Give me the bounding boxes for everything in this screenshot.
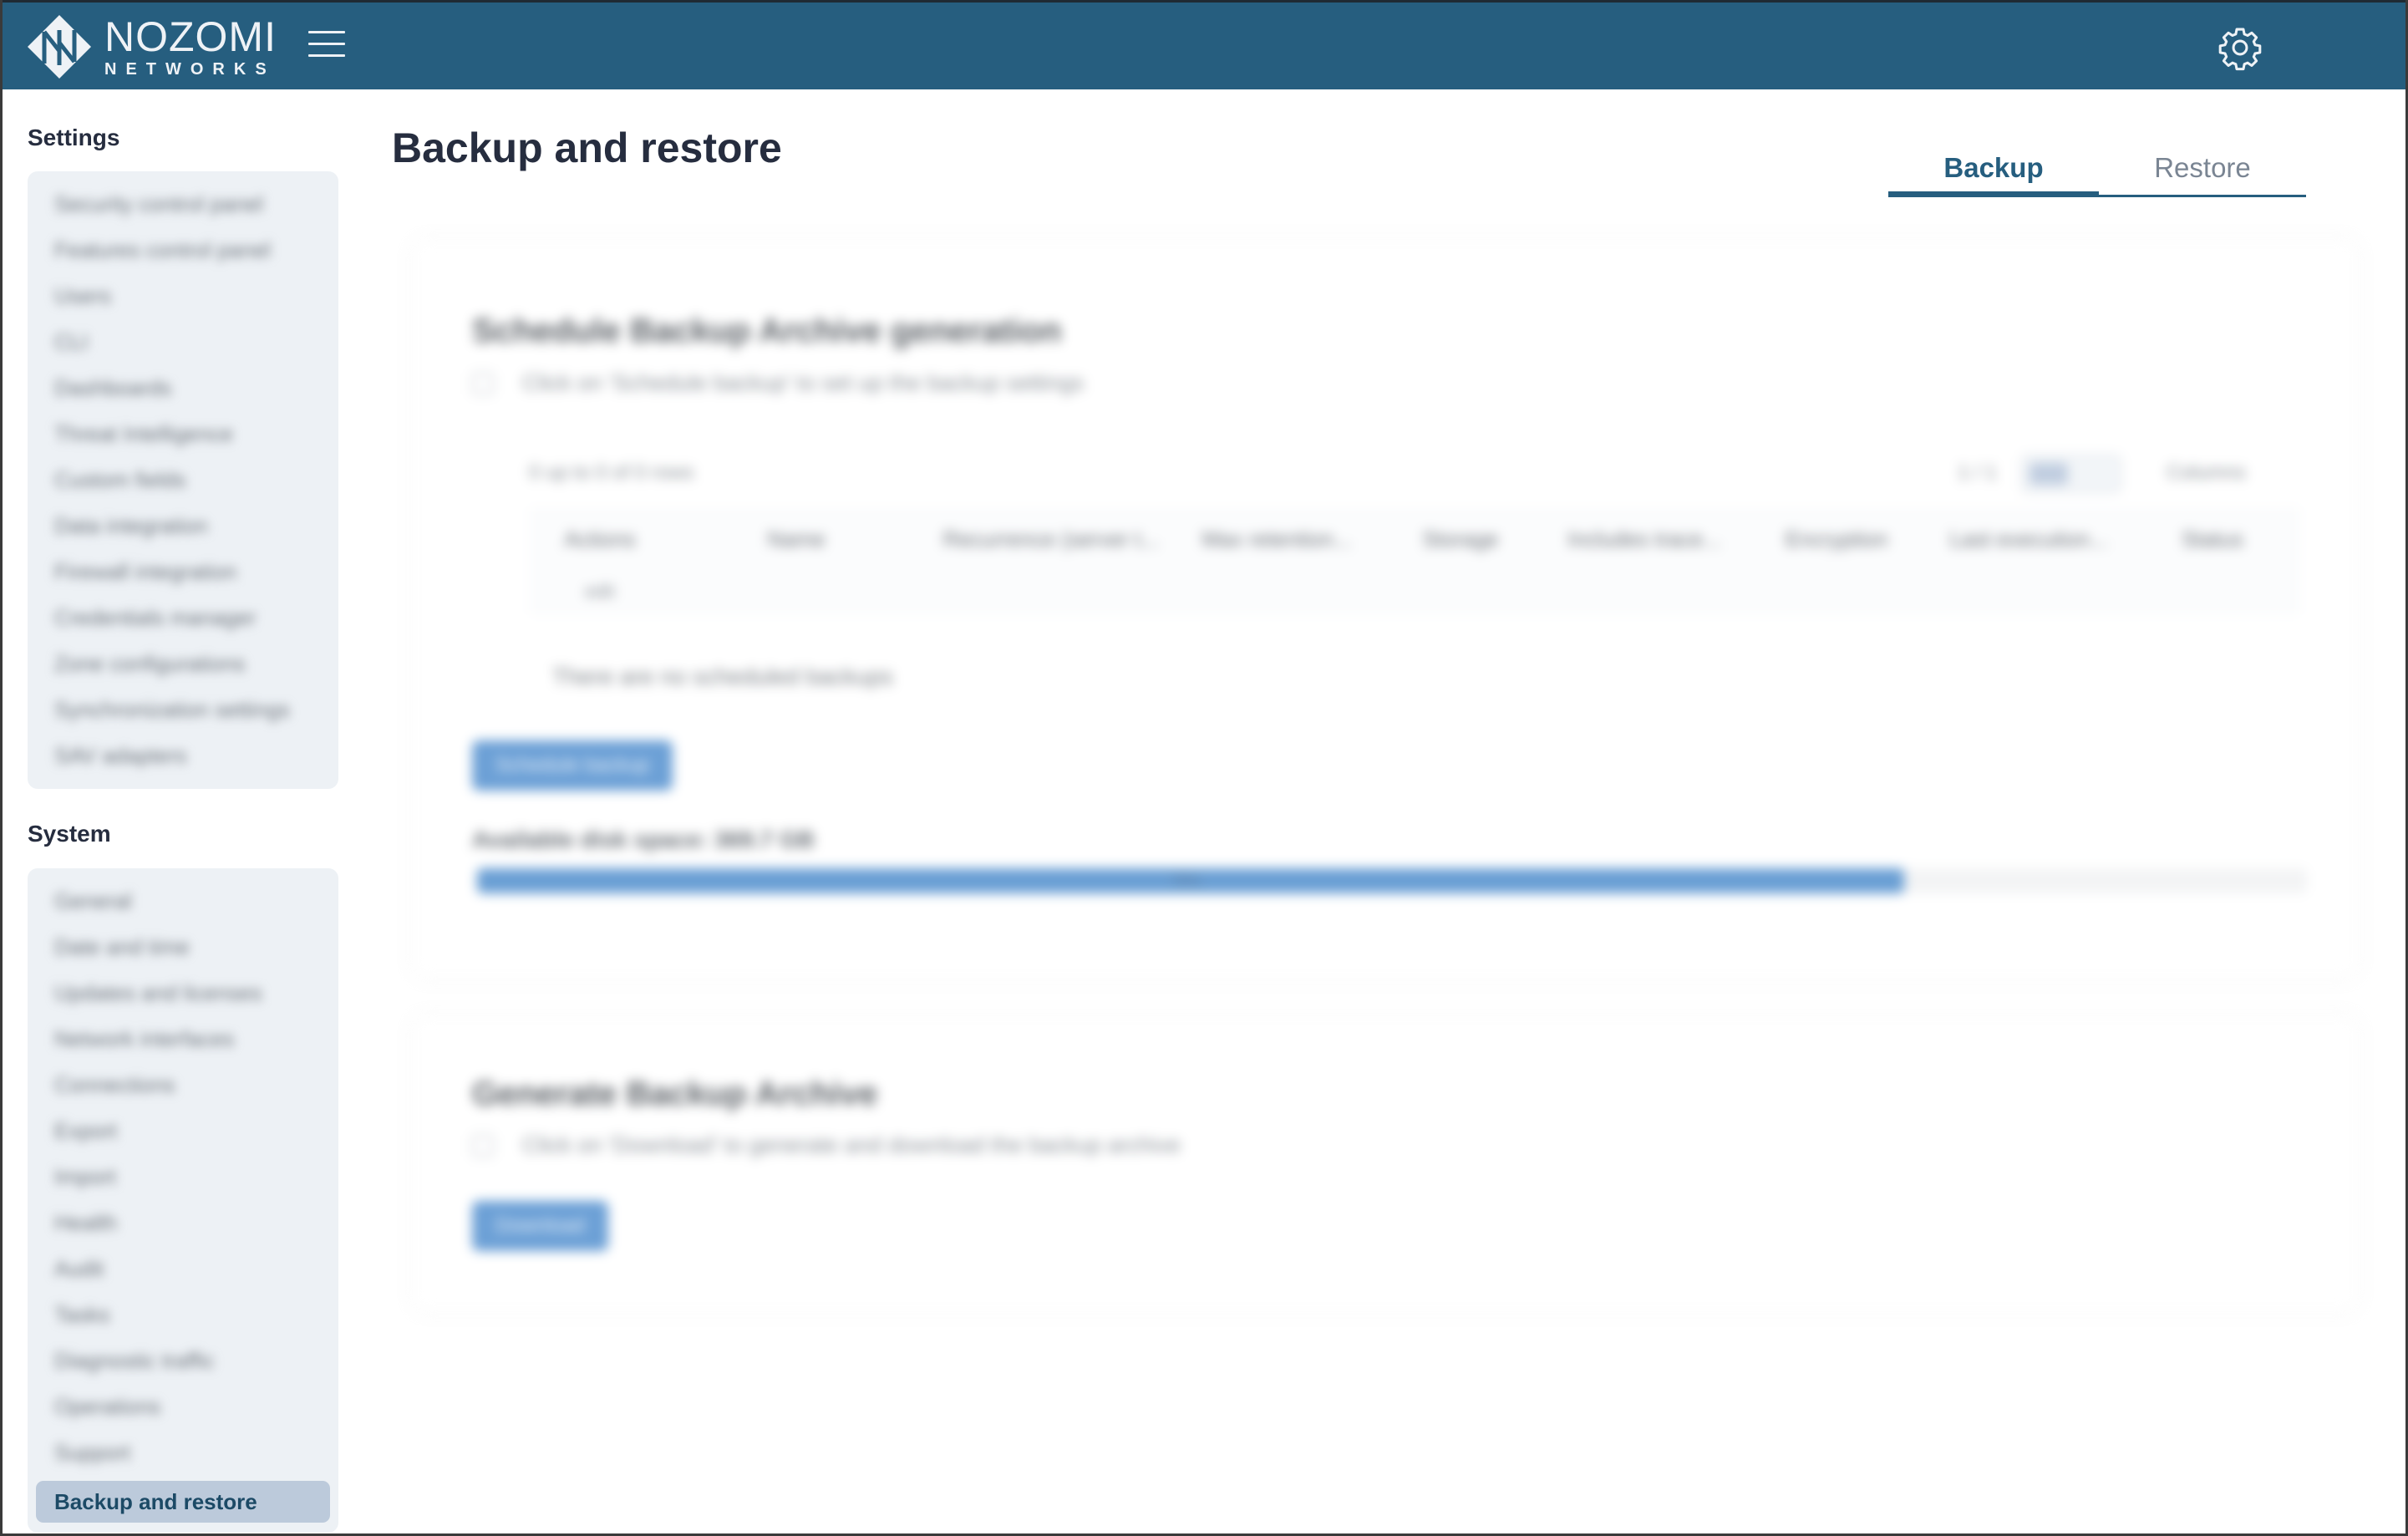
generate-hint-row: Click on 'Download' to generate and down… <box>472 1132 1181 1158</box>
disk-usage-bar: 78% <box>477 868 2307 893</box>
sidebar-settings-list: Security control panel Features control p… <box>28 171 338 789</box>
sidebar-item-system-10[interactable]: Diagnostic traffic <box>36 1338 330 1384</box>
table-filter-row: edit <box>529 572 2300 612</box>
sidebar-item-system-5[interactable]: Export <box>36 1108 330 1154</box>
sidebar-item-settings-4[interactable]: Dashboards <box>36 365 330 411</box>
sidebar-item-system-4[interactable]: Connections <box>36 1062 330 1108</box>
schedule-backup-button[interactable]: Schedule backup <box>472 740 673 791</box>
sidebar-item-settings-0[interactable]: Security control panel <box>36 181 330 227</box>
schedule-backup-card: Schedule Backup Archive generation Click… <box>412 239 2359 979</box>
sidebar-item-system-8[interactable]: Audit <box>36 1246 330 1292</box>
schedule-hint-row: Click on 'Schedule backup' to set up the… <box>472 370 1084 396</box>
column-header[interactable]: Recurrence (server t... <box>922 526 1181 552</box>
sidebar-item-settings-12[interactable]: SAV adapters <box>36 733 330 779</box>
sidebar-item-system-11[interactable]: Operations <box>36 1384 330 1430</box>
hamburger-menu-icon[interactable] <box>308 31 345 61</box>
table-header: Actions Name Recurrence (server t... Max re… <box>529 506 2300 572</box>
scheduled-backups-table: Actions Name Recurrence (server t... Max re… <box>529 506 2300 615</box>
sidebar-item-settings-2[interactable]: Users <box>36 273 330 319</box>
sidebar-item-settings-8[interactable]: Firewall integration <box>36 549 330 595</box>
column-header[interactable]: Storage <box>1373 526 1548 552</box>
generate-backup-card: Generate Backup Archive Click on 'Downlo… <box>412 1015 2359 1312</box>
generate-info-checkbox[interactable] <box>472 1134 494 1157</box>
view-toggle[interactable] <box>2021 455 2121 493</box>
sidebar-item-settings-5[interactable]: Threat Intelligence <box>36 411 330 457</box>
sidebar-item-settings-11[interactable]: Synchronization settings <box>36 687 330 733</box>
table-toolbar: 0 up to 0 of 0 rows 1 / 1 Columns <box>529 455 2300 496</box>
sidebar-item-settings-3[interactable]: CLI <box>36 319 330 365</box>
empty-state-text: There are no scheduled backups <box>552 664 893 689</box>
sidebar-heading-system: System <box>28 821 111 847</box>
column-header[interactable]: Name <box>671 526 922 552</box>
columns-selector-button[interactable]: Columns <box>2167 461 2246 485</box>
tab-backup[interactable]: Backup <box>1888 147 2099 197</box>
sidebar-item-system-1[interactable]: Date and time <box>36 924 330 970</box>
brand-logo[interactable]: NOZOMI NETWORKS <box>26 14 277 79</box>
tab-restore[interactable]: Restore <box>2099 147 2306 195</box>
page-indicator: 1 / 1 <box>1958 461 1997 484</box>
top-bar: NOZOMI NETWORKS <box>3 0 2405 89</box>
tab-bar: Backup Restore <box>1888 147 2306 197</box>
sidebar-item-settings-1[interactable]: Features control panel <box>36 227 330 273</box>
gear-icon[interactable] <box>2217 24 2263 71</box>
brand-name: NOZOMI <box>104 13 277 60</box>
schedule-card-title: Schedule Backup Archive generation <box>472 313 1062 349</box>
sidebar-item-settings-10[interactable]: Zone configurations <box>36 641 330 687</box>
sidebar-item-system-12[interactable]: Support <box>36 1430 330 1476</box>
download-backup-button[interactable]: Download <box>472 1201 608 1251</box>
sidebar-item-settings-7[interactable]: Data integration <box>36 503 330 549</box>
nozomi-logo-icon <box>28 15 91 79</box>
sidebar-item-system-2[interactable]: Updates and licenses <box>36 970 330 1016</box>
generate-card-title: Generate Backup Archive <box>472 1076 878 1112</box>
schedule-info-checkbox[interactable] <box>472 372 494 394</box>
sidebar-item-system-3[interactable]: Network interfaces <box>36 1016 330 1062</box>
generate-hint-text: Click on 'Download' to generate and down… <box>522 1132 1181 1157</box>
sidebar-system-list: General Date and time Updates and licenses… <box>28 868 338 1533</box>
disk-space-label: Available disk space: 369.7 GB <box>472 826 815 852</box>
column-header[interactable]: Encryption <box>1740 526 1933 552</box>
schedule-hint-text: Click on 'Schedule backup' to set up the… <box>522 370 1085 395</box>
column-header[interactable]: Last execution... <box>1933 526 2125 552</box>
column-header[interactable]: Includes trace... <box>1548 526 1740 552</box>
sidebar-item-system-9[interactable]: Tasks <box>36 1292 330 1338</box>
page-title: Backup and restore <box>392 125 782 171</box>
sidebar-item-backup-and-restore[interactable]: Backup and restore <box>36 1481 330 1523</box>
sidebar-heading-settings: Settings <box>28 125 120 150</box>
column-header[interactable]: Status <box>2125 526 2300 552</box>
column-header[interactable]: Max retention... <box>1181 526 1373 552</box>
sidebar: Settings Security control panel Features … <box>3 89 353 1533</box>
sidebar-item-settings-6[interactable]: Custom fields <box>36 457 330 503</box>
brand-subtitle: NETWORKS <box>104 60 276 79</box>
row-actions-label: edit <box>585 581 615 602</box>
sidebar-item-system-6[interactable]: Import <box>36 1154 330 1200</box>
sidebar-item-settings-9[interactable]: Credentials manager <box>36 595 330 641</box>
disk-usage-percent: 78% <box>1171 872 1201 889</box>
row-count-label: 0 up to 0 of 0 rows <box>529 461 694 484</box>
sidebar-item-system-7[interactable]: Health <box>36 1200 330 1246</box>
sidebar-item-system-0[interactable]: General <box>36 878 330 924</box>
column-header[interactable]: Actions <box>529 526 671 552</box>
